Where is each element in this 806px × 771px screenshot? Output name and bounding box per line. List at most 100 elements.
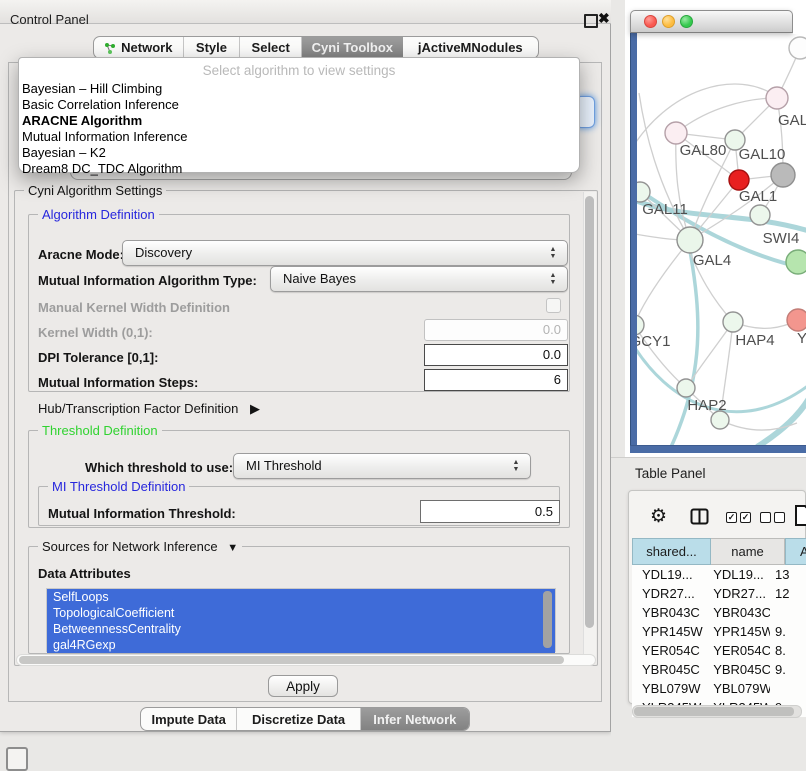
node-gray[interactable] <box>771 163 795 187</box>
kernel-width-label: Kernel Width (0,1): <box>38 325 153 340</box>
settings-scrollbar-thumb[interactable] <box>585 196 594 628</box>
control-panel-titlebar <box>0 0 611 24</box>
table-row[interactable]: YPR145W YPR145W 9. <box>632 622 806 641</box>
dpi-tolerance-input[interactable]: 0.0 <box>424 344 568 366</box>
which-threshold-label: Which threshold to use: <box>85 460 233 475</box>
network-icon <box>104 42 116 54</box>
algorithm-option[interactable]: Bayesian – Hill Climbing <box>22 81 162 97</box>
node-label: Y <box>797 330 806 347</box>
which-threshold-value: MI Threshold <box>246 454 322 478</box>
mac-zoom-button[interactable] <box>680 15 693 28</box>
kernel-width-input[interactable]: 0.0 <box>424 319 568 341</box>
cell-value: 13 <box>770 567 806 582</box>
float-window-icon[interactable] <box>584 14 598 28</box>
node-label: GAL <box>778 112 806 129</box>
tab-infer-network[interactable]: Infer Network <box>361 708 469 730</box>
mac-minimize-button[interactable] <box>662 15 675 28</box>
mi-threshold-input[interactable]: 0.5 <box>420 500 560 523</box>
attribute-item-selected[interactable]: BetweennessCentrality <box>47 621 555 637</box>
node[interactable] <box>766 87 788 109</box>
sources-legend[interactable]: Sources for Network Inference ▼ <box>38 539 242 554</box>
cell-shared-name: YER054C <box>632 643 703 658</box>
node[interactable] <box>789 37 806 59</box>
table-panel-title: Table Panel <box>635 466 706 481</box>
node-swi4[interactable] <box>750 205 770 225</box>
settings-hscrollbar-thumb[interactable] <box>19 656 564 664</box>
sources-legend-label: Sources for Network Inference <box>42 539 218 554</box>
table-row[interactable]: YDL19... YDL19... 13 <box>632 565 806 584</box>
column-header-shared-name[interactable]: shared... <box>632 538 711 565</box>
algorithm-option[interactable]: Basic Correlation Inference <box>22 97 179 113</box>
tab-impute-data[interactable]: Impute Data <box>141 708 237 730</box>
apply-button[interactable]: Apply <box>268 675 338 697</box>
tab-impute-data-label: Impute Data <box>152 712 226 727</box>
node-label: HAP4 <box>735 332 774 349</box>
tab-discretize-data[interactable]: Discretize Data <box>237 708 360 730</box>
node-salmon[interactable] <box>787 309 806 331</box>
node-hap2[interactable] <box>677 379 695 397</box>
node-gal11[interactable] <box>637 182 650 202</box>
tab-network[interactable]: Network <box>94 37 184 58</box>
node-label: GAL80 <box>680 142 727 159</box>
algorithm-dropdown-popup: Select algorithm to view settings Bayesi… <box>18 57 580 173</box>
tab-network-label: Network <box>121 40 172 55</box>
threshold-definition-legend: Threshold Definition <box>38 423 162 438</box>
mac-close-button[interactable] <box>644 15 657 28</box>
close-icon[interactable]: ✖ <box>598 11 610 25</box>
tab-style[interactable]: Style <box>184 37 241 58</box>
node-red[interactable] <box>729 170 749 190</box>
unchecked-checkboxes-icon[interactable] <box>760 512 785 523</box>
network-window-frame <box>630 445 806 453</box>
column-header-partial[interactable]: A <box>785 538 806 565</box>
control-panel-tabbar: Network Style Select Cyni Toolbox jActiv… <box>93 36 539 59</box>
column-header-name[interactable]: name <box>711 538 785 565</box>
mi-steps-input[interactable]: 6 <box>424 369 568 391</box>
stepper-arrows-icon: ▲▼ <box>511 459 521 473</box>
tab-jactivemnodules[interactable]: jActiveMNodules <box>403 37 538 58</box>
attributes-scrollbar-thumb[interactable] <box>543 591 552 648</box>
manual-kernel-width-checkbox[interactable] <box>546 298 561 313</box>
hub-definition-expander[interactable]: Hub/Transcription Factor Definition ▶ <box>38 401 260 417</box>
attribute-item-selected[interactable]: TopologicalCoefficient <box>47 605 555 621</box>
algorithm-option[interactable]: Bayesian – K2 <box>22 145 106 161</box>
which-threshold-combobox[interactable]: MI Threshold ▲▼ <box>233 453 531 479</box>
table-row[interactable]: YER054C YER054C 8. <box>632 641 806 660</box>
table-row[interactable]: YBR043C YBR043C <box>632 603 806 622</box>
cell-name: YDR27... <box>703 586 770 601</box>
cell-shared-name: YPR145W <box>632 624 703 639</box>
checked-checkboxes-icon[interactable]: ✓✓ <box>726 512 751 523</box>
node-gcy1[interactable] <box>637 315 644 335</box>
aracne-mode-combobox[interactable]: Discovery ▲▼ <box>122 240 568 266</box>
node-label: SWI4 <box>763 230 800 247</box>
node-green[interactable] <box>786 250 806 274</box>
node-gal4[interactable] <box>677 227 703 253</box>
mi-algorithm-type-value: Naive Bayes <box>283 267 356 291</box>
tab-discretize-data-label: Discretize Data <box>252 712 345 727</box>
tab-cyni-toolbox[interactable]: Cyni Toolbox <box>302 37 403 58</box>
algorithm-definition-legend: Algorithm Definition <box>38 207 159 222</box>
algorithm-option[interactable]: Mutual Information Inference <box>22 129 187 145</box>
gear-icon[interactable]: ⚙ <box>650 505 667 528</box>
table-row[interactable]: YDR27... YDR27... 12 <box>632 584 806 603</box>
mi-threshold-label: Mutual Information Threshold: <box>48 506 236 521</box>
node-label: GAL1 <box>739 188 777 205</box>
network-canvas[interactable]: GAL80 GAL10 GAL11 GAL1 GAL4 SWI4 GCY1 HA… <box>637 33 806 445</box>
float-panel-corner-icon[interactable] <box>6 747 28 771</box>
mi-algorithm-type-combobox[interactable]: Naive Bayes ▲▼ <box>270 266 568 292</box>
algorithm-option[interactable]: Dream8 DC_TDC Algorithm <box>22 161 182 177</box>
cell-value: 9. <box>770 624 806 639</box>
tab-select[interactable]: Select <box>240 37 302 58</box>
node-label: HAP2 <box>687 397 726 414</box>
cell-value: 9. <box>770 662 806 677</box>
node-gal80[interactable] <box>665 122 687 144</box>
table-hscrollbar-thumb[interactable] <box>634 707 794 716</box>
page-icon[interactable] <box>794 504 806 530</box>
attribute-item-selected[interactable]: gal4RGexp <box>47 637 555 653</box>
attribute-item-selected[interactable]: SelfLoops <box>47 589 555 605</box>
table-row[interactable]: YBR045C YBR045C 9. <box>632 660 806 679</box>
table-row[interactable]: YBL079W YBL079W <box>632 679 806 698</box>
split-columns-icon[interactable] <box>690 508 709 528</box>
algorithm-option-selected[interactable]: ARACNE Algorithm <box>22 113 142 129</box>
mi-steps-label: Mutual Information Steps: <box>38 375 198 390</box>
node-hap4[interactable] <box>723 312 743 332</box>
